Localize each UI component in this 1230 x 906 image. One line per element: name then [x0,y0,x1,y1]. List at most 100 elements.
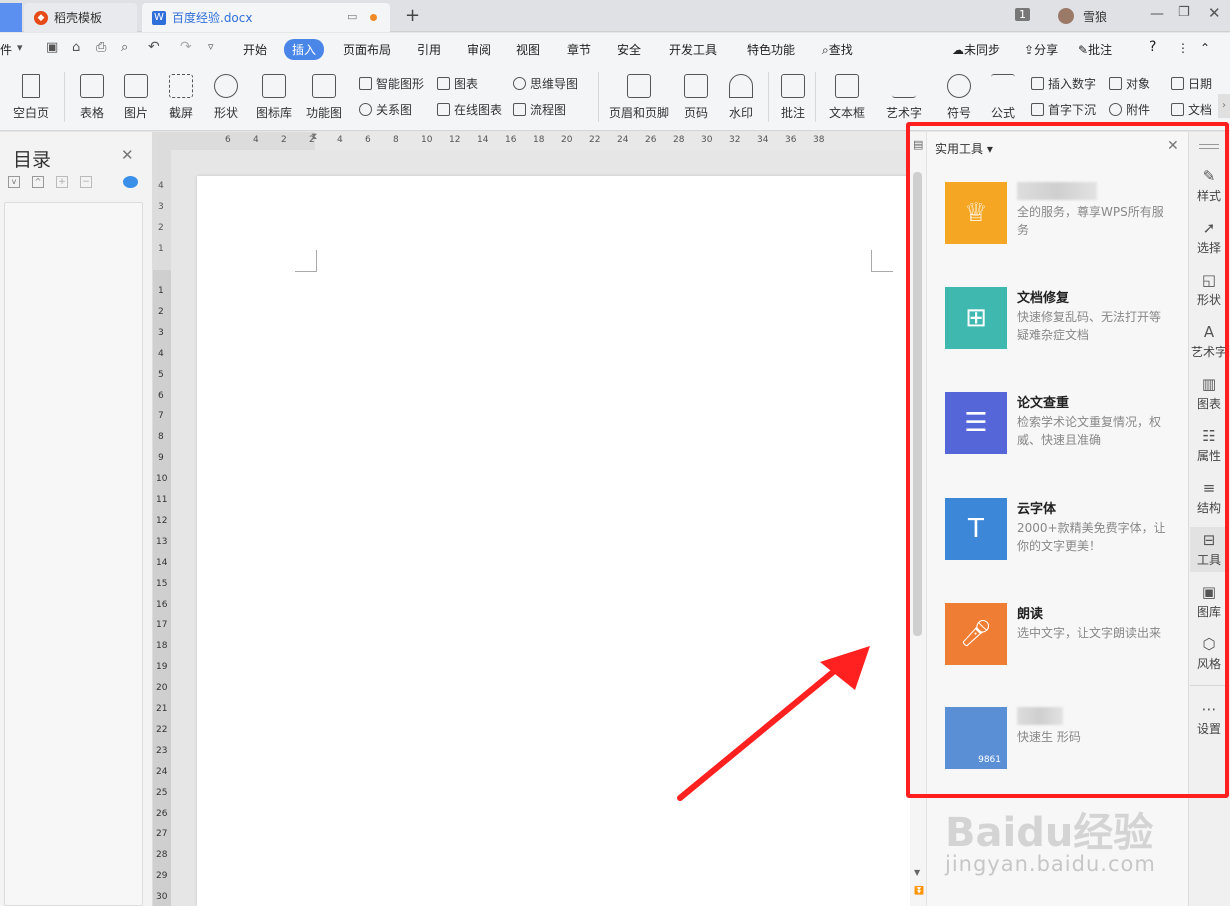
print-icon[interactable]: ⎙ [96,40,106,55]
monitor-icon[interactable]: ▭ [347,10,357,23]
customize-icon[interactable]: ▿ [208,40,214,53]
remove-heading-icon[interactable]: − [80,176,92,188]
collapse-ribbon-icon[interactable]: ⌃ [1200,41,1210,55]
shape-button[interactable]: 形状 [206,74,246,121]
menu-chapter[interactable]: 章节 [567,41,591,58]
menu-start[interactable]: 开始 [243,41,267,58]
ruler-label: 20 [561,135,573,145]
user-name[interactable]: 雪狼 [1083,8,1107,25]
menu-insert[interactable]: 插入 [284,39,325,60]
ruler-label: 32 [729,135,741,145]
attachment-button[interactable]: 附件 [1109,101,1150,118]
menu-references[interactable]: 引用 [417,41,441,58]
help-button[interactable]: ? [1149,39,1156,55]
ruler-label: 20 [156,683,168,694]
print-preview-icon[interactable]: ⌕ [121,40,128,55]
expand-up-icon[interactable]: ^ [32,176,44,188]
dropcap-button[interactable]: 首字下沉 [1031,101,1096,118]
undo-icon[interactable]: ↶ [148,39,160,55]
chart-icon [437,77,450,90]
page-number-button[interactable]: 页码 [676,74,716,121]
blank-page-label: 空白页 [12,106,49,120]
smart-toc-icon[interactable] [123,176,138,188]
relation-chart-button[interactable]: 关系图 [359,101,412,118]
home-tab[interactable] [0,3,22,32]
date-button[interactable]: 日期 [1171,75,1212,92]
toc-content-area[interactable] [4,202,143,906]
ruler-label: 4 [253,135,259,145]
flowchart-label: 流程图 [530,103,567,117]
chart-button[interactable]: 图表 [437,75,478,92]
add-heading-icon[interactable]: + [56,176,68,188]
restore-icon[interactable]: ❐ [1178,5,1190,20]
symbol-button[interactable]: 符号 [939,74,979,121]
annotate-button[interactable]: ✎批注 [1078,41,1112,58]
save-icon[interactable]: ▣ [46,40,58,55]
ruler-label: 26 [645,135,657,145]
close-pane-icon[interactable]: ✕ [121,146,134,164]
file-menu[interactable]: 件 [0,41,12,58]
header-footer-button[interactable]: 页眉和页脚 [607,74,671,121]
ruler-label: 23 [156,745,168,756]
collapse-all-icon[interactable]: v [8,176,20,188]
template-tab[interactable]: ◆ 稻壳模板 [24,3,137,32]
redo-icon[interactable]: ↷ [180,39,192,55]
table-icon [80,74,104,98]
flowchart-button[interactable]: 流程图 [513,101,566,118]
window-count-badge[interactable]: 1 [1015,8,1030,21]
sync-status[interactable]: ☁未同步 [952,41,1000,58]
scroll-end-icon[interactable]: ⏬ [914,886,924,895]
watermark-button[interactable]: 水印 [721,74,761,121]
minimize-icon[interactable]: — [1150,6,1164,22]
menu-page-layout[interactable]: 页面布局 [343,41,391,58]
indent-marker-icon[interactable]: ⧗ [311,132,321,150]
online-chart-button[interactable]: 在线图表 [437,101,502,118]
comment-button[interactable]: 批注 [776,74,810,121]
insert-number-icon [1031,77,1044,90]
blank-page-button[interactable]: 空白页 [6,74,56,121]
function-chart-button[interactable]: 功能图 [300,74,348,121]
formula-button[interactable]: 公式 [983,74,1023,121]
screenshot-button[interactable]: 截屏 [161,74,201,121]
function-chart-label: 功能图 [305,106,342,120]
menu-dev-tools[interactable]: 开发工具 [669,41,717,58]
avatar[interactable] [1058,8,1074,24]
chevron-down-icon[interactable]: ▾ [17,41,23,54]
search-button[interactable]: ⌕查找 [822,41,853,58]
ribbon-scroll-right-icon[interactable]: › [1218,94,1230,118]
menu-features[interactable]: 特色功能 [747,41,795,58]
insert-number-button[interactable]: 插入数字 [1031,75,1096,92]
horizontal-ruler[interactable]: 6 4 2 2 4 6 8 10 12 14 16 18 20 22 24 26 28 30 32 34 36 38 ⧗ [153,132,910,150]
icon-library-button[interactable]: 图标库 [252,74,296,121]
menu-security[interactable]: 安全 [617,41,641,58]
art-text-button[interactable]: 艺术字 [880,74,928,121]
scroll-down-icon[interactable]: ▼ [914,868,920,877]
object-button[interactable]: 对象 [1109,75,1150,92]
menu-view[interactable]: 视图 [516,41,540,58]
table-button[interactable]: 表格 [72,74,112,121]
ruler-label: 24 [617,135,629,145]
smart-shape-label: 智能图形 [376,77,425,91]
annotate-icon: ✎ [1078,43,1089,57]
object-label: 对象 [1126,77,1151,91]
vertical-ruler[interactable]: 4 3 2 1 1 2 3 4 5 6 7 8 9 10 11 12 13 14 15 16 17 18 19 20 21 22 2… [153,150,171,906]
menu-review[interactable]: 审阅 [467,41,491,58]
ribbon-divider [598,72,599,122]
share-button[interactable]: ⇪分享 [1024,41,1058,58]
ruler-label: 16 [505,135,517,145]
document-tab[interactable]: W 百度经验.docx ▭ [142,3,390,32]
picture-button[interactable]: 图片 [116,74,156,121]
textbox-button[interactable]: 文本框 [823,74,871,121]
document-button[interactable]: 文档 [1171,101,1212,118]
smart-shape-button[interactable]: 智能图形 [359,75,424,92]
new-tab-button[interactable]: + [405,5,420,26]
close-window-icon[interactable]: ✕ [1208,4,1221,22]
ruler-label: 14 [477,135,489,145]
format-painter-icon[interactable]: ⌂ [72,40,80,55]
mindmap-button[interactable]: 思维导图 [513,75,578,92]
ruler-label: 29 [156,871,168,882]
ruler-label: 19 [156,662,168,673]
attachment-label: 附件 [1126,103,1151,117]
more-icon[interactable]: ⋮ [1177,41,1189,55]
ruler-label: 10 [156,474,168,485]
